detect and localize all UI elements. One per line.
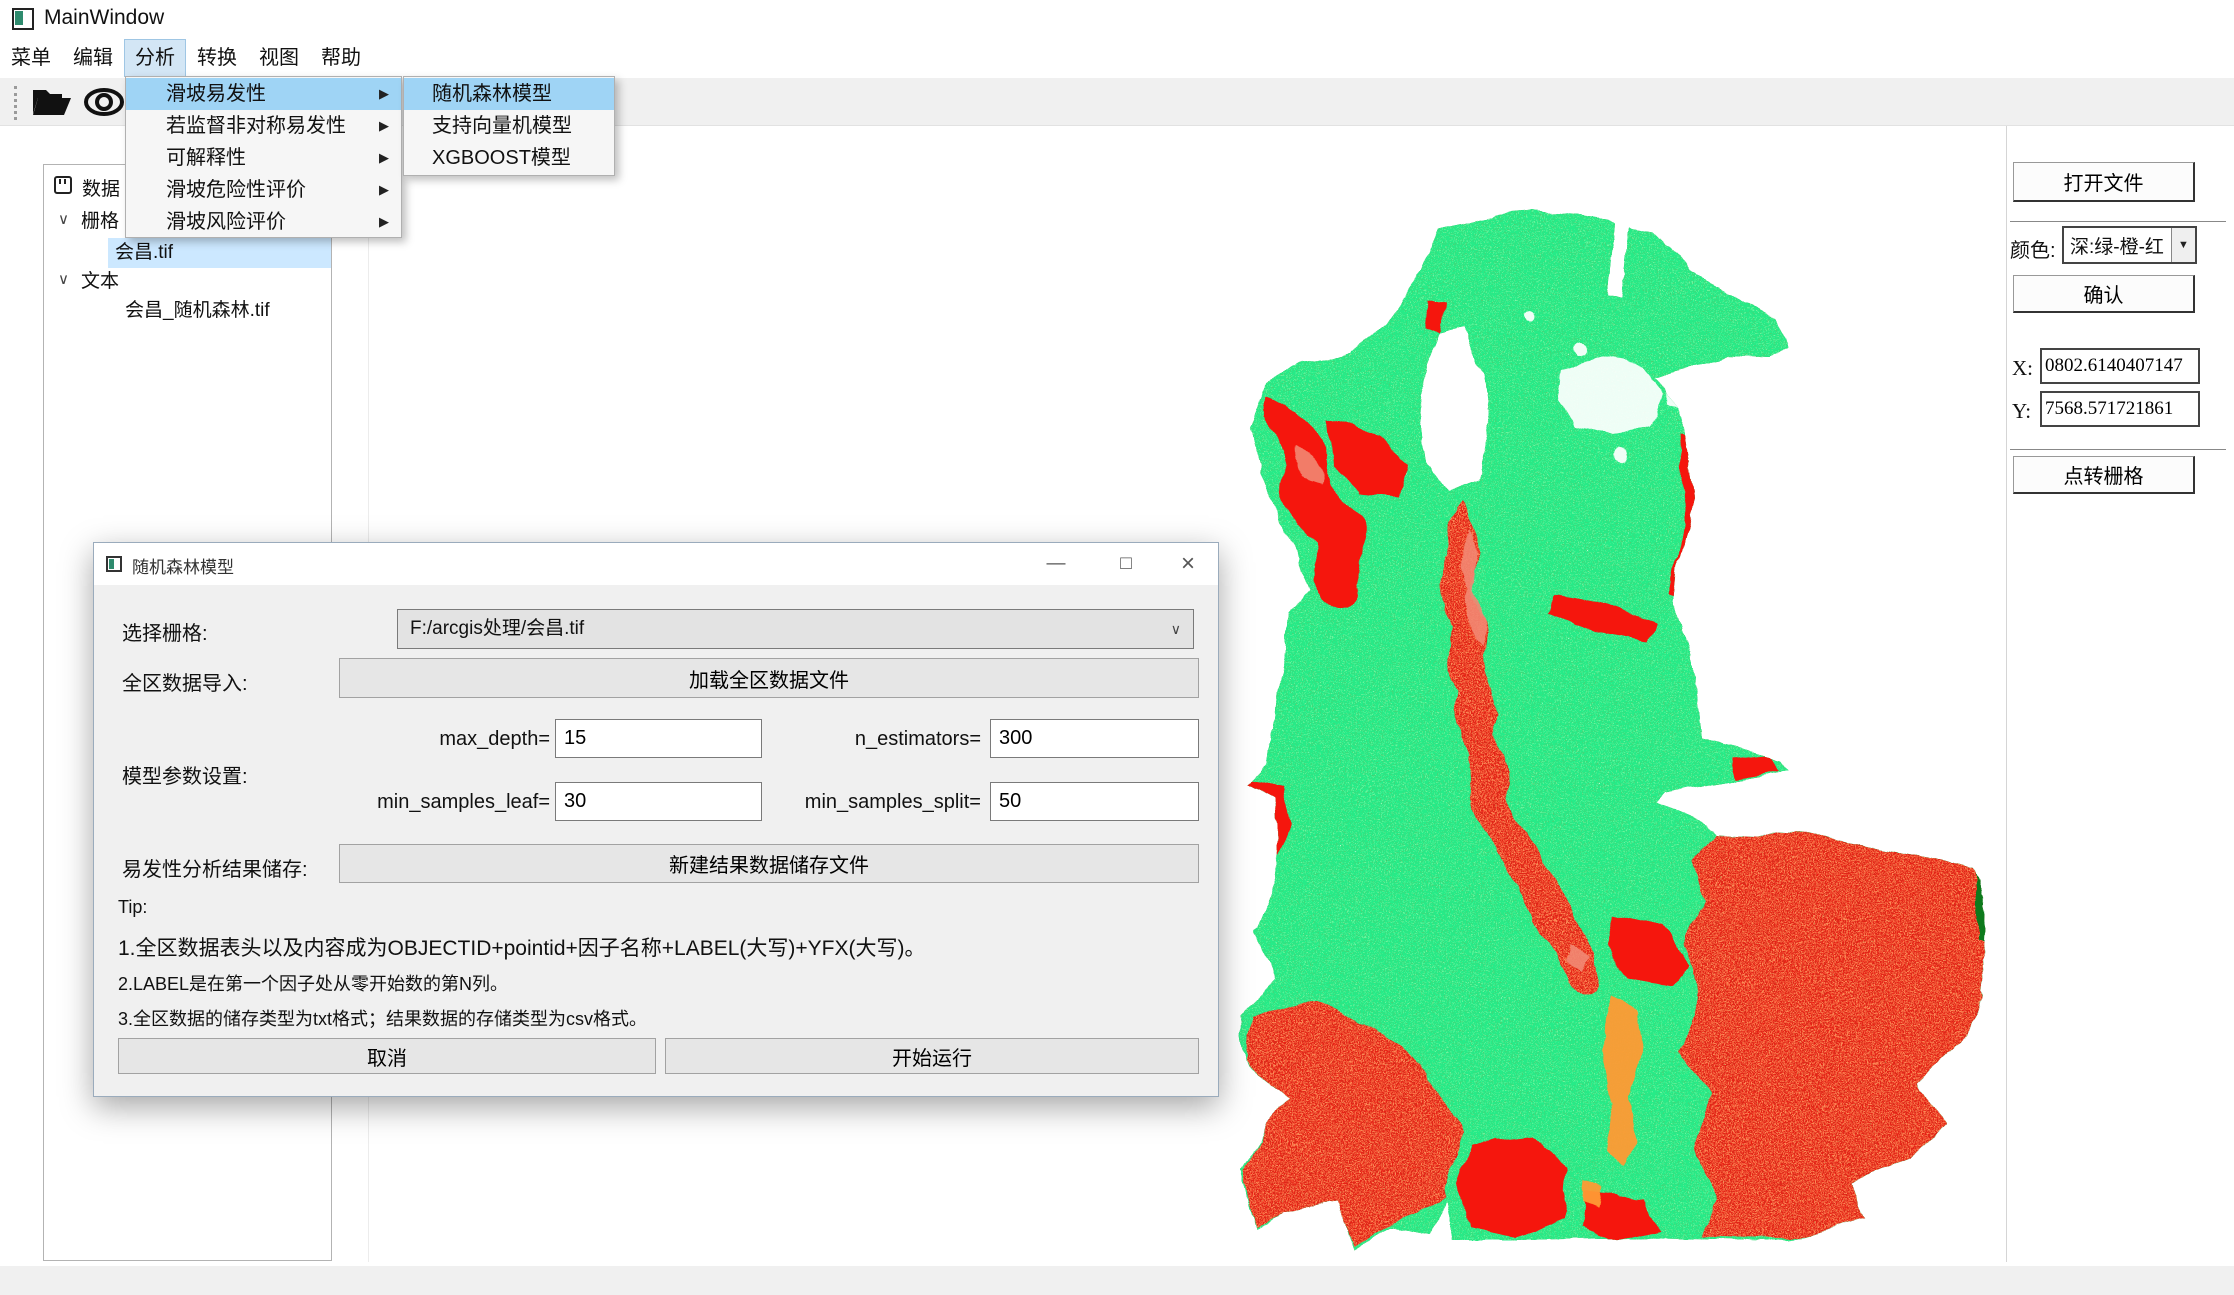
susceptibility-map[interactable] [1232,198,1988,1256]
menu-item-help[interactable]: 帮助 [310,39,372,77]
tree-item-huichang-rf-tif[interactable]: 会昌_随机森林.tif [125,296,270,326]
minimize-icon[interactable]: — [1034,543,1078,585]
menu-item-view[interactable]: 视图 [248,39,310,77]
confirm-button[interactable]: 确认 [2013,275,2195,313]
menu-item-risk-assessment[interactable]: 滑坡风险评价 ▶ [126,206,401,238]
submenu-arrow-icon: ▶ [379,142,389,174]
open-file-button[interactable]: 打开文件 [2013,162,2195,202]
title-bar: MainWindow [0,0,2234,38]
params-label: 模型参数设置: [122,760,248,789]
close-icon[interactable]: × [1166,543,1210,585]
max-depth-label: max_depth= [340,728,550,751]
min-samples-leaf-input[interactable] [555,782,762,821]
min-samples-split-label: min_samples_split= [771,791,981,814]
panel-icon [54,176,72,194]
chevron-down-icon: ∨ [1171,610,1181,648]
load-region-data-button[interactable]: 加载全区数据文件 [339,658,1199,698]
raster-combobox[interactable]: F:/arcgis处理/会昌.tif ∨ [397,609,1194,649]
eye-icon[interactable] [82,84,126,120]
data-panel-title: 数据 [82,174,120,201]
chevron-down-icon[interactable]: ∨ [58,205,69,235]
menu-item-analysis[interactable]: 分析 [124,39,186,77]
tip-line-2: 2.LABEL是在第一个因子处从零开始数的第N列。 [118,970,508,996]
new-result-file-button[interactable]: 新建结果数据储存文件 [339,844,1199,883]
tips-title: Tip: [118,897,147,918]
menu-item-edit[interactable]: 编辑 [62,39,124,77]
result-store-label: 易发性分析结果储存: [122,853,308,882]
y-label: Y: [2012,399,2031,424]
tip-line-1: 1.全区数据表头以及内容成为OBJECTID+pointid+因子名称+LABE… [118,932,925,962]
dropdown-arrow-icon[interactable]: ▼ [2171,228,2195,262]
divider [2010,449,2226,450]
analysis-dropdown-menu: 滑坡易发性 ▶ 若监督非对称易发性 ▶ 可解释性 ▶ 滑坡危险性评价 ▶ 滑坡风… [125,76,402,238]
random-forest-dialog: 随机森林模型 — □ × 选择栅格: F:/arcgis处理/会昌.tif ∨ … [93,542,1219,1097]
cancel-button[interactable]: 取消 [118,1038,656,1074]
submenu-arrow-icon: ▶ [379,174,389,206]
window-title: MainWindow [44,6,164,30]
app-icon [12,8,34,30]
import-label: 全区数据导入: [122,667,248,696]
submenu-item-svm[interactable]: 支持向量机模型 [404,110,614,142]
tip-line-3: 3.全区数据的储存类型为txt格式；结果数据的存储类型为csv格式。 [118,1005,647,1031]
maximize-icon[interactable]: □ [1104,543,1148,585]
menu-item-main[interactable]: 菜单 [0,39,62,77]
status-bar [0,1266,2234,1295]
color-label: 颜色: [2010,234,2056,263]
n-estimators-input[interactable] [990,719,1199,758]
max-depth-input[interactable] [555,719,762,758]
tree-group-text[interactable]: ∨ 文本 [44,267,331,297]
susceptibility-submenu: 随机森林模型 支持向量机模型 XGBOOST模型 [403,76,615,176]
menu-item-interpretability[interactable]: 可解释性 ▶ [126,142,401,174]
divider [2010,221,2226,222]
dialog-icon [106,556,122,572]
x-coordinate-input[interactable] [2040,348,2200,384]
submenu-item-random-forest[interactable]: 随机森林模型 [404,78,614,110]
menu-item-landslide-susceptibility[interactable]: 滑坡易发性 ▶ [126,78,401,110]
point-to-raster-button[interactable]: 点转栅格 [2013,456,2195,494]
menu-bar: 菜单 编辑 分析 转换 视图 帮助 [0,38,2234,78]
submenu-arrow-icon: ▶ [379,206,389,238]
submenu-arrow-icon: ▶ [379,110,389,142]
map-darkgreen-strips [1976,638,1988,943]
submenu-arrow-icon: ▶ [379,78,389,110]
menu-item-convert[interactable]: 转换 [186,39,248,77]
run-button[interactable]: 开始运行 [665,1038,1199,1074]
menu-item-weak-supervised[interactable]: 若监督非对称易发性 ▶ [126,110,401,142]
dialog-title: 随机森林模型 [132,553,234,578]
min-samples-split-input[interactable] [990,782,1199,821]
menu-item-hazard-assessment[interactable]: 滑坡危险性评价 ▶ [126,174,401,206]
chevron-down-icon[interactable]: ∨ [58,265,69,295]
raster-label: 选择栅格: [122,617,208,646]
y-coordinate-input[interactable] [2040,391,2200,427]
dialog-title-bar[interactable]: 随机森林模型 — □ × [94,543,1218,585]
n-estimators-label: n_estimators= [771,728,981,751]
tree-item-huichang-tif[interactable]: 会昌.tif [115,238,173,268]
open-folder-icon[interactable] [30,84,74,120]
color-ramp-dropdown[interactable]: 深:绿-橙-红 ▼ [2062,226,2197,264]
submenu-item-xgboost[interactable]: XGBOOST模型 [404,142,614,174]
min-samples-leaf-label: min_samples_leaf= [340,791,550,814]
right-splitter[interactable] [2006,126,2007,1262]
x-label: X: [2012,356,2033,381]
toolbar-gripper[interactable] [14,86,17,120]
